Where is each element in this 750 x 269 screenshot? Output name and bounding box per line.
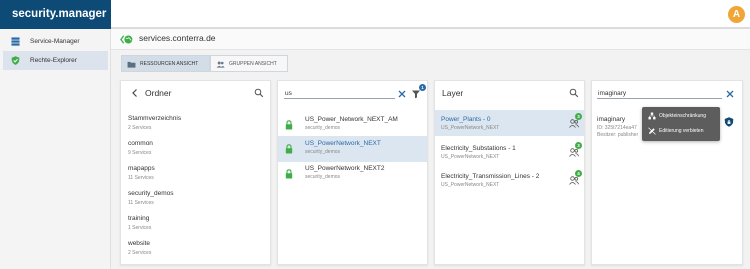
layer-service: US_PowerNetwork_NEXT xyxy=(441,182,500,188)
layer-service: US_PowerNetwork_NEXT xyxy=(441,125,500,131)
lock-icon xyxy=(285,169,293,179)
menu-item-editierung-verbieten[interactable]: Editierung verbieten xyxy=(642,124,720,138)
folder-item[interactable]: website 2 Services xyxy=(121,237,270,263)
folder-count: 9 Services xyxy=(128,150,152,156)
folder-name: website xyxy=(128,240,151,247)
tab-gruppen-ansicht[interactable]: GRUPPEN ANSICHT xyxy=(210,55,288,72)
sidebar: Service-Manager Rechte-Explorer xyxy=(0,29,111,269)
folder-item[interactable]: Stammverzeichnis 2 Services xyxy=(121,112,270,138)
service-item[interactable]: US_PowerNetwork_NEXT security_demos xyxy=(278,136,427,162)
group-count-badge: 4 xyxy=(575,170,582,177)
tab-label: GRUPPEN ANSICHT xyxy=(229,61,277,67)
layer-header: Layer xyxy=(435,81,584,105)
folder-name: mapapps xyxy=(128,165,155,172)
ordner-title: Ordner xyxy=(145,88,172,98)
layer-panel: Layer Power_Plants - 0 US_PowerNetwork_N… xyxy=(434,80,585,265)
menu-item-label: Objekteinschränkung xyxy=(659,113,706,119)
folder-name: training xyxy=(128,215,150,222)
group-id: ID: 325t7214ea47 xyxy=(597,125,637,131)
folder-name: common xyxy=(128,140,153,147)
users-icon[interactable] xyxy=(569,119,579,128)
service-manager-icon xyxy=(11,37,20,46)
top-bar: security.manager A xyxy=(0,0,750,29)
service-folder: security_demos xyxy=(305,174,341,180)
group-name: imaginary xyxy=(597,116,626,123)
folder-icon xyxy=(127,61,136,68)
folder-name: security_demos xyxy=(128,190,174,197)
breadcrumb: services.conterra.de xyxy=(111,29,750,50)
clear-icon[interactable] xyxy=(397,89,407,99)
user-avatar[interactable]: A xyxy=(728,6,745,23)
tab-ressourcen-ansicht[interactable]: RESSOURCEN ANSICHT xyxy=(121,55,210,72)
folder-name: Stammverzeichnis xyxy=(128,115,182,122)
service-folder: security_demos xyxy=(305,125,341,131)
filter-icon[interactable] xyxy=(411,89,421,99)
shield-check-icon xyxy=(11,56,20,65)
service-folder: security_demos xyxy=(305,149,341,155)
clear-icon[interactable] xyxy=(725,89,735,99)
folder-count: 11 Services xyxy=(128,200,154,206)
layer-name: Power_Plants - 0 xyxy=(441,116,491,123)
back-globe-icon[interactable] xyxy=(120,33,133,46)
ordner-panel: Ordner Stammverzeichnis 2 Services commo… xyxy=(120,80,271,265)
services-header: 1 xyxy=(278,81,427,105)
group-count-badge: 3 xyxy=(575,142,582,149)
layer-name: Electricity_Substations - 1 xyxy=(441,145,516,152)
users-icon[interactable] xyxy=(569,176,579,185)
sidebar-item-label: Service-Manager xyxy=(30,38,80,45)
layer-service: US_PowerNetwork_NEXT xyxy=(441,154,500,160)
groups-header xyxy=(592,81,742,105)
chevron-left-icon[interactable] xyxy=(130,88,140,98)
folder-item[interactable]: mapapps 11 Services xyxy=(121,162,270,188)
layer-item[interactable]: Power_Plants - 0 US_PowerNetwork_NEXT 3 xyxy=(435,110,584,136)
layer-item[interactable]: Electricity_Substations - 1 US_PowerNetw… xyxy=(435,139,584,165)
folder-item[interactable]: training 1 Services xyxy=(121,212,270,238)
service-item[interactable]: US_Power_Network_NEXT_AM security_demos xyxy=(278,112,427,138)
users-icon[interactable] xyxy=(569,148,579,157)
service-name: US_PowerNetwork_NEXT xyxy=(305,140,381,147)
users-icon xyxy=(216,61,225,68)
search-icon[interactable] xyxy=(254,88,264,98)
service-item[interactable]: US_PowerNetwork_NEXT2 security_demos xyxy=(278,161,427,187)
object-restriction-icon xyxy=(648,112,656,120)
folder-count: 2 Services xyxy=(128,250,152,256)
folder-count: 2 Services xyxy=(128,125,152,131)
layer-item[interactable]: Electricity_Transmission_Lines - 2 US_Po… xyxy=(435,167,584,193)
breadcrumb-text: services.conterra.de xyxy=(139,33,216,43)
search-icon[interactable] xyxy=(569,88,579,98)
permission-context-menu: Objekteinschränkung Editierung verbieten xyxy=(642,107,720,141)
group-owner: Besitzer: publisher xyxy=(597,132,639,138)
filter-count-badge: 1 xyxy=(419,84,426,91)
services-panel: 1 US_Power_Network_NEXT_AM security_demo… xyxy=(277,80,428,265)
menu-item-objekteinschraenkung[interactable]: Objekteinschränkung xyxy=(642,109,720,123)
app-brand: security.manager xyxy=(0,0,111,29)
folder-count: 1 Services xyxy=(128,225,152,231)
service-name: US_PowerNetwork_NEXT2 xyxy=(305,165,385,172)
service-name: US_Power_Network_NEXT_AM xyxy=(305,116,398,123)
shield-lock-icon xyxy=(724,117,734,127)
layer-title: Layer xyxy=(442,88,464,98)
folder-item[interactable]: security_demos 11 Services xyxy=(121,187,270,213)
group-search-input[interactable] xyxy=(597,88,722,99)
sidebar-item-service-manager[interactable]: Service-Manager xyxy=(3,32,108,51)
folder-count: 11 Services xyxy=(128,175,154,181)
service-search-input[interactable] xyxy=(284,88,395,99)
lock-icon xyxy=(285,144,293,154)
group-count-badge: 3 xyxy=(575,113,582,120)
sidebar-item-rechte-explorer[interactable]: Rechte-Explorer xyxy=(3,51,108,70)
ordner-header: Ordner xyxy=(121,81,270,105)
layer-name: Electricity_Transmission_Lines - 2 xyxy=(441,173,540,180)
menu-item-label: Editierung verbieten xyxy=(659,128,704,134)
tab-label: RESSOURCEN ANSICHT xyxy=(140,61,199,67)
folder-item[interactable]: common 9 Services xyxy=(121,137,270,163)
lock-icon xyxy=(285,120,293,130)
sidebar-item-label: Rechte-Explorer xyxy=(30,57,77,64)
edit-forbidden-icon xyxy=(648,127,656,135)
permission-shield-button[interactable] xyxy=(722,115,736,129)
